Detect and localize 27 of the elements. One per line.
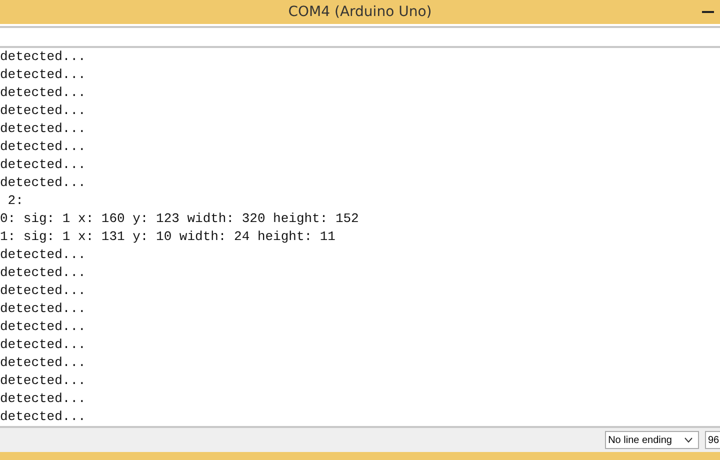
output-line: detected...	[0, 318, 87, 336]
output-line: detected...	[0, 246, 87, 264]
output-line: detected...	[0, 48, 87, 66]
output-line: detected...	[0, 372, 87, 390]
line-ending-dropdown[interactable]: No line ending	[605, 431, 699, 449]
output-line: detected...	[0, 174, 87, 192]
output-line: detected...	[0, 138, 87, 156]
output-line: detected...	[0, 264, 87, 282]
output-line: detected...	[0, 354, 87, 372]
output-line: detected...	[0, 300, 87, 318]
output-line: 0: sig: 1 x: 160 y: 123 width: 320 height: 152	[0, 210, 360, 228]
output-line: detected...	[0, 66, 87, 84]
input-field[interactable]	[0, 26, 720, 48]
output-line: detected...	[0, 408, 87, 426]
output-line: detected...	[0, 336, 87, 354]
chevron-icon	[684, 437, 693, 443]
output-line: 1: sig: 1 x: 131 y: 10 width: 24 height: 11	[0, 228, 336, 246]
output-line: detected...	[0, 282, 87, 300]
minimize-icon[interactable]	[702, 11, 714, 14]
output-line: detected...	[0, 390, 87, 408]
output-line: detected...	[0, 84, 87, 102]
output-line: 2:	[6, 192, 24, 210]
output-line: detected...	[0, 156, 87, 174]
window-title: COM4 (Arduino Uno)	[288, 4, 432, 20]
baud-rate-dropdown[interactable]: 96	[705, 431, 720, 449]
output-line: detected...	[0, 102, 87, 120]
output-line: detected...	[0, 120, 87, 138]
